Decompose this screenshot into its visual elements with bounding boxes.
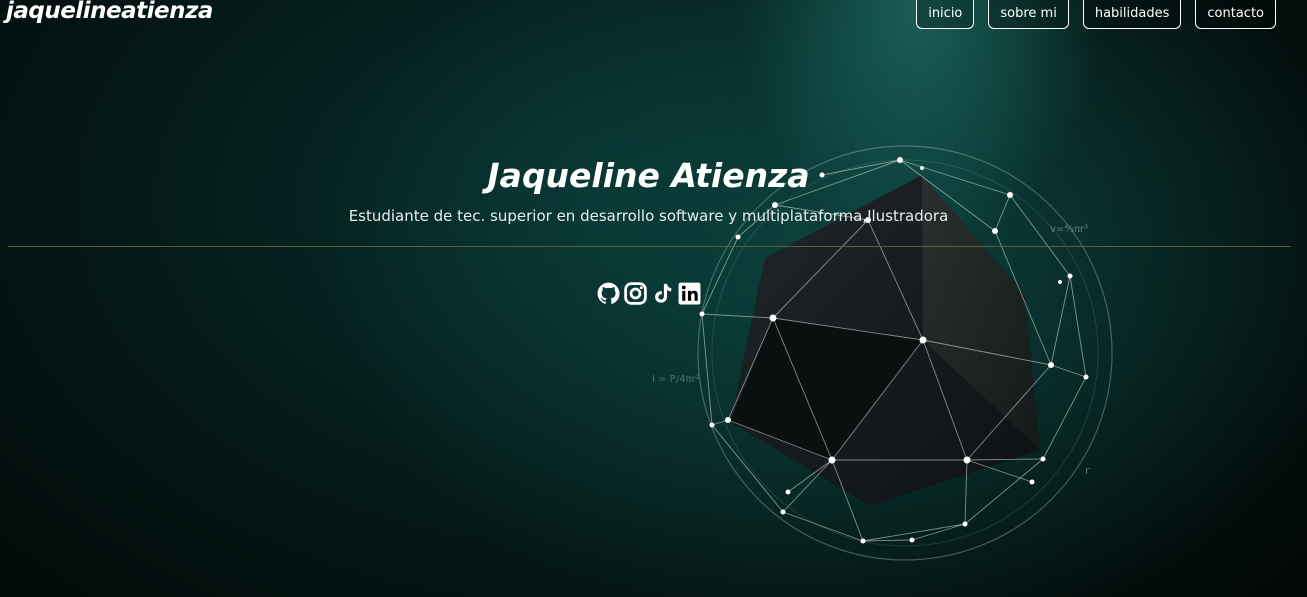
instagram-link[interactable] — [623, 279, 648, 307]
github-link[interactable] — [596, 279, 621, 307]
nav-sobre-mi-button[interactable]: sobre mi — [988, 0, 1069, 29]
hero-title: Jaqueline Atienza — [487, 156, 810, 195]
github-icon — [597, 282, 620, 304]
social-links — [596, 279, 702, 307]
brand-logo-text[interactable]: jaquelineatienza — [6, 0, 213, 24]
tiktok-link[interactable] — [650, 279, 675, 307]
instagram-icon — [624, 281, 647, 305]
linkedin-link[interactable] — [677, 279, 702, 307]
tiktok-icon — [654, 283, 671, 303]
nav-inicio-button[interactable]: inicio — [916, 0, 975, 29]
hero-subtitle: Estudiante de tec. superior en desarroll… — [348, 207, 949, 225]
hero-divider — [8, 246, 1291, 247]
linkedin-icon — [678, 282, 701, 304]
intensity-formula: I = P/4πr² — [652, 374, 700, 385]
nav-habilidades-button[interactable]: habilidades — [1082, 0, 1182, 29]
volume-formula: v=⁴⁄₃πr³ — [1050, 224, 1088, 235]
background-polyhedron-illustration: v=⁴⁄₃πr³ I = P/4πr² r — [652, 145, 1113, 561]
radius-label: r — [1085, 464, 1090, 477]
main-nav: inicio sobre mi habilidades contacto — [916, 0, 1276, 29]
nav-contacto-button[interactable]: contacto — [1195, 0, 1276, 29]
